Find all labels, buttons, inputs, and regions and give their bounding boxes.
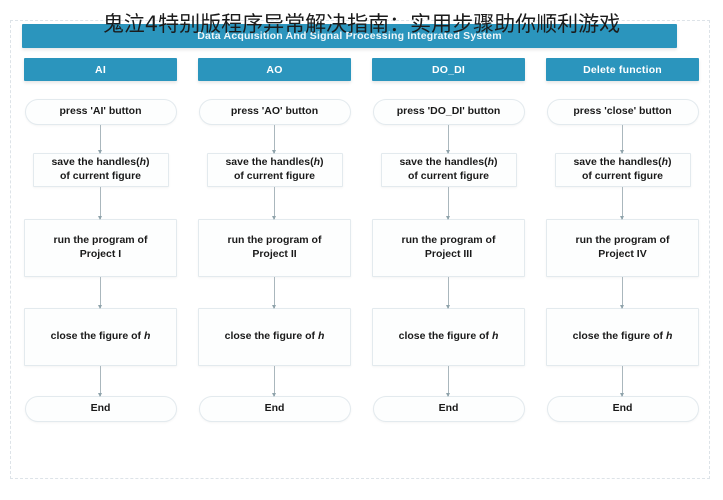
run-text-line1: run the program of — [401, 234, 496, 247]
connector-arrow — [272, 366, 276, 397]
connector-arrow — [446, 187, 450, 220]
run-text-line2: Project I — [79, 248, 122, 260]
column-header-button-delete-function[interactable]: Delete function — [546, 58, 699, 81]
column-header-button-ao[interactable]: AO — [198, 58, 351, 81]
connector-arrow — [446, 366, 450, 397]
save-text-part1: save the handles( — [51, 156, 140, 169]
flow-column-do-di: DO_DI press 'DO_DI' button save the hand… — [370, 58, 527, 478]
flow-column-delete-function: Delete function press 'close' button sav… — [544, 58, 701, 478]
column-header-button-ai[interactable]: AI — [24, 58, 177, 81]
connector-arrow — [98, 125, 102, 154]
flowchart-page: Data Acquisition And Signal Processing I… — [0, 0, 723, 500]
node-end-delete[interactable]: End — [546, 396, 699, 422]
flowchart-columns: AI press 'AI' button save the handles(h)… — [22, 58, 701, 478]
node-close-figure-do-di[interactable]: close the figure of h — [372, 308, 525, 366]
connector-arrow — [446, 125, 450, 154]
node-save-handles-ai[interactable]: save the handles(h) of current figure — [32, 153, 169, 187]
save-text-part1: save the handles( — [399, 156, 488, 169]
save-text-part2: ) — [494, 156, 498, 169]
column-header-button-do-di[interactable]: DO_DI — [372, 58, 525, 81]
node-end-do-di[interactable]: End — [372, 396, 525, 422]
close-text: close the figure of — [224, 330, 318, 343]
run-text-line1: run the program of — [227, 234, 322, 247]
node-text: run the program of Project I — [54, 234, 148, 262]
connector-arrow — [620, 187, 624, 220]
node-text: close the figure of h — [399, 330, 499, 344]
close-text: close the figure of — [50, 330, 144, 343]
connector-arrow — [98, 187, 102, 220]
node-press-button-do-di[interactable]: press 'DO_DI' button — [372, 99, 525, 125]
node-text: run the program of Project IV — [576, 234, 670, 262]
flow-column-ao: AO press 'AO' button save the handles(h)… — [196, 58, 353, 478]
node-close-figure-delete[interactable]: close the figure of h — [546, 308, 699, 366]
close-text: close the figure of — [572, 330, 666, 343]
node-close-figure-ai[interactable]: close the figure of h — [24, 308, 177, 366]
connector-arrow — [272, 187, 276, 220]
node-run-program-delete[interactable]: run the program of Project IV — [546, 219, 699, 277]
node-close-figure-ao[interactable]: close the figure of h — [198, 308, 351, 366]
overlay-caption-text: 鬼泣4特别版程序异常解决指南：实用步骤助你顺利游戏 — [102, 12, 621, 36]
node-press-button-ao[interactable]: press 'AO' button — [198, 99, 351, 125]
node-run-program-ai[interactable]: run the program of Project I — [24, 219, 177, 277]
save-text-part1: save the handles( — [573, 156, 662, 169]
save-text-line2: of current figure — [59, 170, 142, 182]
node-run-program-ao[interactable]: run the program of Project II — [198, 219, 351, 277]
connector-arrow — [620, 277, 624, 309]
handle-variable: h — [143, 330, 151, 343]
node-text: run the program of Project II — [228, 234, 322, 262]
node-text: save the handles(h) of current figure — [225, 156, 323, 184]
node-press-button-close[interactable]: press 'close' button — [546, 99, 699, 125]
node-run-program-do-di[interactable]: run the program of Project III — [372, 219, 525, 277]
run-text-line2: Project III — [424, 248, 473, 260]
node-text: save the handles(h) of current figure — [399, 156, 497, 184]
node-press-button-ai[interactable]: press 'AI' button — [24, 99, 177, 125]
save-text-line2: of current figure — [581, 170, 664, 182]
node-save-handles-do-di[interactable]: save the handles(h) of current figure — [380, 153, 517, 187]
node-text: run the program of Project III — [402, 234, 496, 262]
connector-arrow — [620, 366, 624, 397]
connector-arrow — [98, 366, 102, 397]
node-text: close the figure of h — [573, 330, 673, 344]
handle-variable: h — [491, 330, 499, 343]
node-text: close the figure of h — [225, 330, 325, 344]
save-text-part2: ) — [320, 156, 324, 169]
run-text-line1: run the program of — [575, 234, 670, 247]
node-text: save the handles(h) of current figure — [51, 156, 149, 184]
handle-variable: h — [665, 330, 673, 343]
run-text-line2: Project II — [252, 248, 297, 260]
node-text: close the figure of h — [51, 330, 151, 344]
connector-arrow — [620, 125, 624, 154]
node-save-handles-delete[interactable]: save the handles(h) of current figure — [554, 153, 691, 187]
flow-column-ai: AI press 'AI' button save the handles(h)… — [22, 58, 179, 478]
handle-variable: h — [317, 330, 325, 343]
save-text-line2: of current figure — [233, 170, 316, 182]
node-end-ai[interactable]: End — [24, 396, 177, 422]
save-text-part2: ) — [668, 156, 672, 169]
close-text: close the figure of — [398, 330, 492, 343]
run-text-line1: run the program of — [53, 234, 148, 247]
save-text-part1: save the handles( — [225, 156, 314, 169]
run-text-line2: Project IV — [598, 248, 647, 260]
connector-arrow — [98, 277, 102, 309]
connector-arrow — [272, 125, 276, 154]
connector-arrow — [446, 277, 450, 309]
node-save-handles-ao[interactable]: save the handles(h) of current figure — [206, 153, 343, 187]
node-text: save the handles(h) of current figure — [573, 156, 671, 184]
connector-arrow — [272, 277, 276, 309]
node-end-ao[interactable]: End — [198, 396, 351, 422]
save-text-part2: ) — [146, 156, 150, 169]
save-text-line2: of current figure — [407, 170, 490, 182]
